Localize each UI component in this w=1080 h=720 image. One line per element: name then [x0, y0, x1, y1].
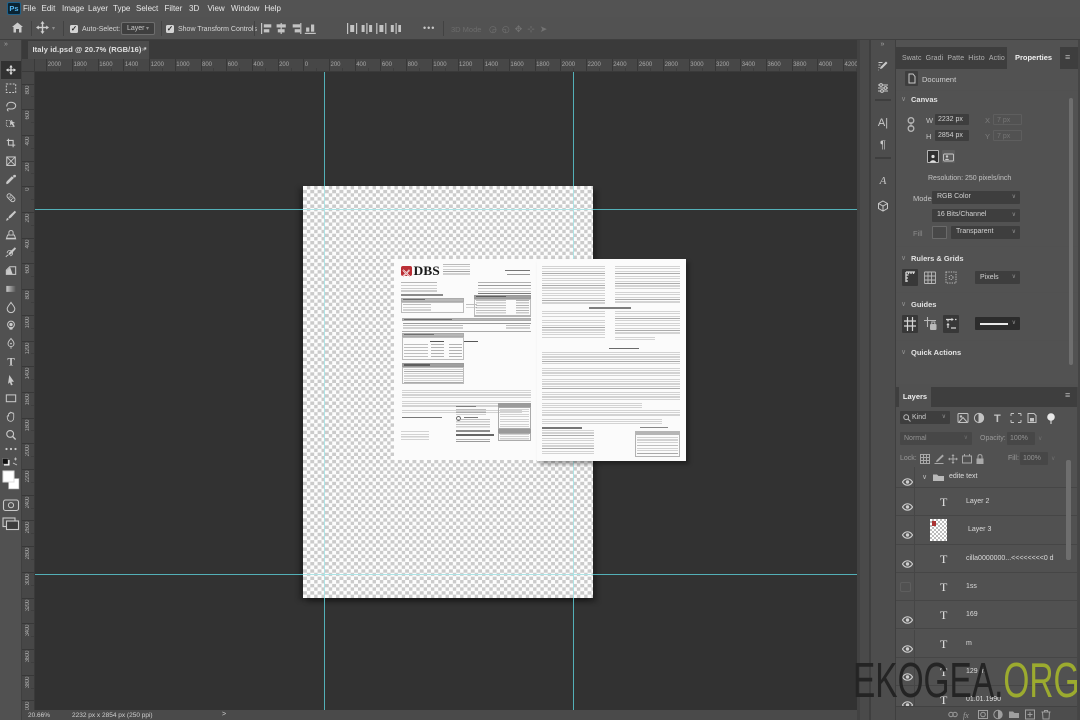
svg-text:¶: ¶ [880, 139, 886, 151]
svg-text:T: T [994, 413, 1001, 425]
svg-text:fx: fx [963, 711, 969, 720]
svg-text:T: T [7, 357, 15, 369]
svg-text:A|: A| [877, 117, 887, 129]
svg-text:A: A [878, 175, 886, 187]
